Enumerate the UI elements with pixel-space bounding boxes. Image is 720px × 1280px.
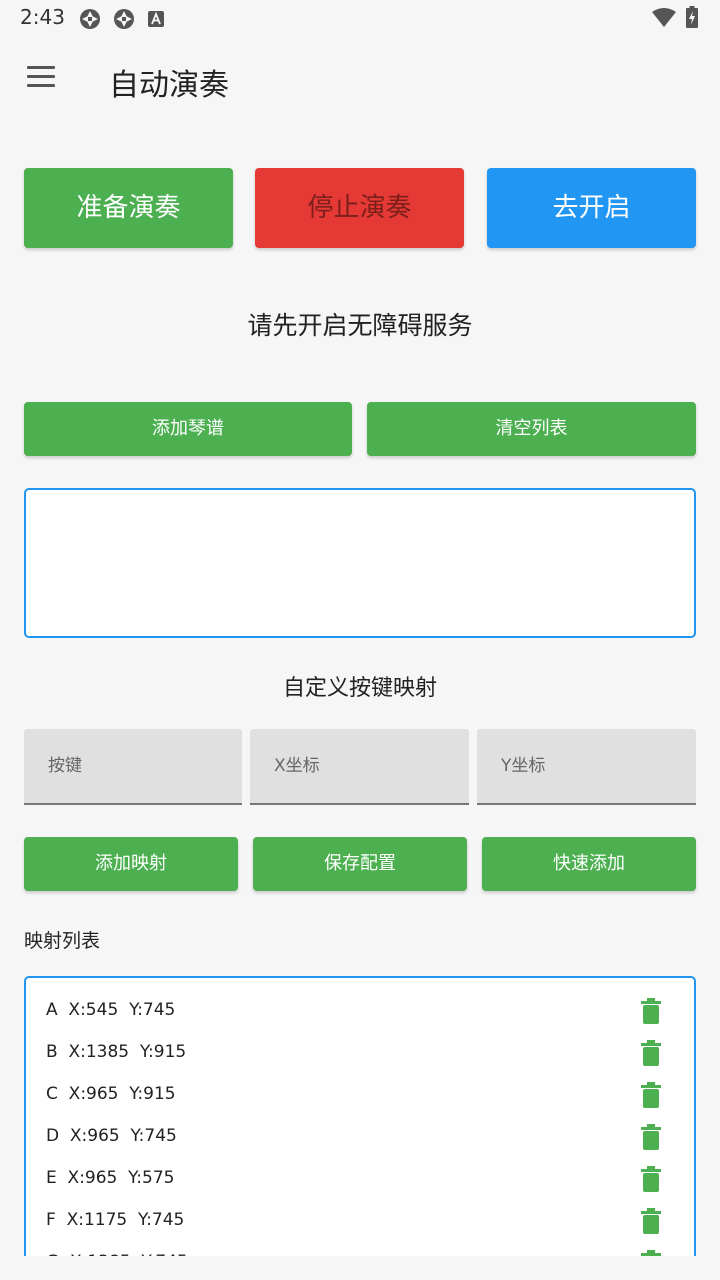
add-score-button[interactable]: 添加琴谱	[24, 402, 352, 456]
aperture-icon	[80, 9, 100, 29]
quick-add-button[interactable]: 快速添加	[482, 837, 696, 891]
list-item: D X:965 Y:745	[26, 1116, 694, 1158]
x-coordinate-input[interactable]	[250, 729, 469, 803]
stop-play-button[interactable]: 停止演奏	[255, 168, 464, 248]
mapping-text: E X:965 Y:575	[46, 1168, 175, 1188]
mapping-text: C X:965 Y:915	[46, 1084, 176, 1104]
mapping-section-title: 自定义按键映射	[282, 676, 437, 701]
mapping-list-label: 映射列表	[24, 930, 101, 952]
add-mapping-button[interactable]: 添加映射	[24, 837, 238, 891]
aperture-icon	[114, 9, 134, 29]
y-coordinate-field[interactable]	[477, 729, 696, 805]
page-title: 自动演奏	[109, 68, 229, 103]
save-config-button[interactable]: 保存配置	[253, 837, 467, 891]
app-bar: 自动演奏	[0, 36, 720, 122]
trash-icon[interactable]	[640, 1124, 662, 1150]
wifi-icon	[652, 8, 676, 27]
bottom-edge	[0, 1256, 720, 1280]
mapping-text: A X:545 Y:745	[46, 1000, 176, 1020]
key-field[interactable]	[24, 729, 242, 805]
status-bar: 2:43	[0, 0, 720, 36]
list-item: E X:965 Y:575	[26, 1158, 694, 1200]
enable-service-button[interactable]: 去开启	[487, 168, 696, 248]
trash-icon[interactable]	[640, 1082, 662, 1108]
y-coordinate-input[interactable]	[477, 729, 696, 803]
menu-icon[interactable]	[24, 66, 60, 92]
list-item: F X:1175 Y:745	[26, 1200, 694, 1242]
status-time: 2:43	[20, 5, 65, 29]
list-item: B X:1385 Y:915	[26, 1032, 694, 1074]
mapping-list[interactable]: A X:545 Y:745 B X:1385 Y:915 C X:965 Y:9…	[24, 976, 696, 1276]
list-item: A X:545 Y:745	[26, 990, 694, 1032]
clear-list-button[interactable]: 清空列表	[367, 402, 696, 456]
list-item: C X:965 Y:915	[26, 1074, 694, 1116]
x-coordinate-field[interactable]	[250, 729, 469, 805]
key-input[interactable]	[24, 729, 242, 803]
accessibility-notice: 请先开启无障碍服务	[247, 311, 473, 340]
battery-icon	[686, 6, 698, 28]
trash-icon[interactable]	[640, 1208, 662, 1234]
mapping-text: F X:1175 Y:745	[46, 1210, 185, 1230]
score-list[interactable]	[24, 488, 696, 638]
trash-icon[interactable]	[640, 1166, 662, 1192]
trash-icon[interactable]	[640, 1040, 662, 1066]
font-icon	[148, 11, 164, 27]
prepare-play-button[interactable]: 准备演奏	[24, 168, 233, 248]
mapping-text: B X:1385 Y:915	[46, 1042, 187, 1062]
trash-icon[interactable]	[640, 998, 662, 1024]
mapping-text: D X:965 Y:745	[46, 1126, 177, 1146]
